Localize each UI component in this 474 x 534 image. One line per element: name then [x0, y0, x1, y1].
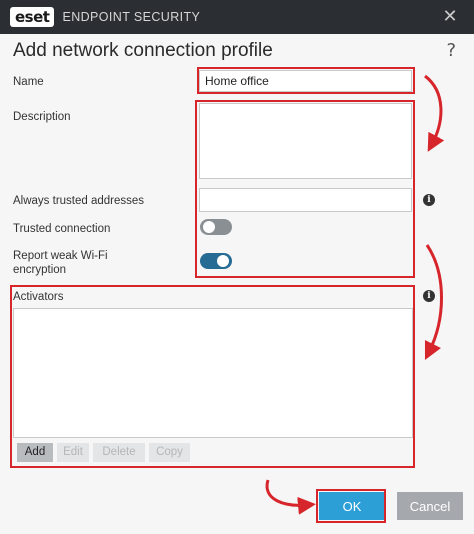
eset-logo: eset	[10, 7, 55, 27]
info-icon[interactable]: i	[423, 194, 435, 206]
edit-activator-button[interactable]: Edit	[57, 443, 89, 462]
toggle-knob	[217, 255, 229, 267]
weak-wifi-label: Report weak Wi-Fi encryption	[13, 249, 108, 277]
activators-list[interactable]	[13, 308, 413, 438]
title-bar: eset ENDPOINT SECURITY ✕	[0, 0, 474, 34]
weak-wifi-label-line2: encryption	[13, 264, 67, 276]
trusted-addresses-input[interactable]	[199, 188, 412, 212]
dialog-title: Add network connection profile	[13, 40, 273, 61]
cancel-button[interactable]: Cancel	[397, 492, 463, 520]
delete-activator-button[interactable]: Delete	[93, 443, 145, 462]
description-label: Description	[13, 111, 71, 123]
toggle-knob	[203, 221, 215, 233]
info-icon[interactable]: i	[423, 290, 435, 302]
description-input[interactable]	[199, 103, 412, 179]
help-icon[interactable]: ?	[446, 40, 456, 61]
weak-wifi-label-line1: Report weak Wi-Fi	[13, 250, 108, 262]
product-name: ENDPOINT SECURITY	[62, 10, 201, 24]
trusted-connection-label: Trusted connection	[13, 223, 111, 235]
arrow-name-to-settings	[424, 74, 445, 152]
ok-button[interactable]: OK	[319, 492, 385, 520]
add-activator-button[interactable]: Add	[17, 443, 53, 462]
close-icon[interactable]: ✕	[440, 7, 460, 27]
name-label: Name	[13, 76, 44, 88]
copy-activator-button[interactable]: Copy	[149, 443, 190, 462]
trusted-addresses-label: Always trusted addresses	[13, 195, 145, 207]
name-input[interactable]	[199, 70, 412, 92]
arrow-to-ok	[265, 479, 316, 515]
trusted-connection-toggle[interactable]	[200, 219, 232, 235]
activators-label: Activators	[13, 291, 64, 303]
weak-wifi-toggle[interactable]	[200, 253, 232, 269]
